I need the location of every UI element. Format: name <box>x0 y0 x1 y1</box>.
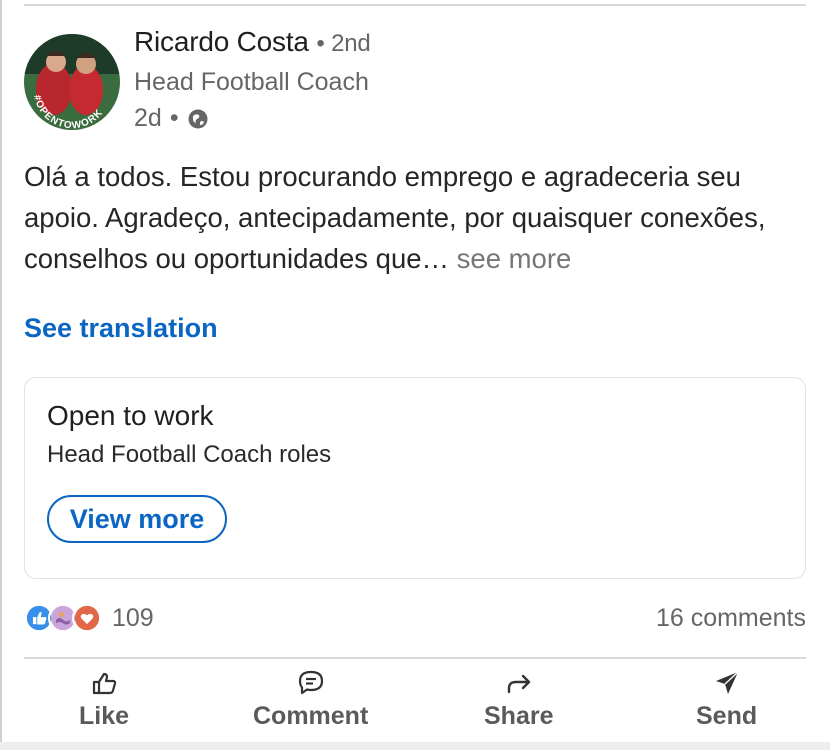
meta-separator: • <box>169 104 179 132</box>
author-headline: Head Football Coach <box>134 68 369 96</box>
thumbs-up-icon <box>92 672 117 695</box>
share-label: Share <box>484 702 554 730</box>
card-subtitle: Head Football Coach roles <box>47 441 332 468</box>
post-action-bar: Like Comment Share Send <box>24 668 806 738</box>
author-name[interactable]: Ricardo Costa <box>134 26 309 57</box>
like-button[interactable]: Like <box>79 668 129 731</box>
reaction-count: 109 <box>112 603 154 632</box>
send-icon <box>715 671 739 694</box>
top-divider <box>24 4 806 6</box>
globe-icon <box>188 109 208 128</box>
send-label: Send <box>696 702 758 730</box>
post-time: 2d <box>134 104 162 132</box>
post-body: Olá a todos. Estou procurando emprego e … <box>24 156 804 279</box>
post-meta: 2d • <box>134 104 209 133</box>
see-translation-link[interactable]: See translation <box>24 313 218 344</box>
love-reaction-icon <box>72 603 102 633</box>
view-more-button[interactable]: View more <box>47 495 227 543</box>
comments-count-link[interactable]: 16 comments <box>656 604 806 633</box>
like-label: Like <box>79 702 130 730</box>
window-edge <box>0 0 2 750</box>
card-title: Open to work <box>47 400 214 431</box>
comment-label: Comment <box>253 702 369 730</box>
comment-icon <box>298 670 323 695</box>
author-avatar[interactable]: #OPENTOWORK <box>24 34 120 130</box>
share-button[interactable]: Share <box>484 668 553 731</box>
avatar-photo: #OPENTOWORK <box>24 34 120 130</box>
post-text: Olá a todos. Estou procurando emprego e … <box>24 161 766 274</box>
open-to-work-card[interactable]: Open to work Head Football Coach roles V… <box>24 377 806 579</box>
send-button[interactable]: Send <box>696 668 757 731</box>
connection-degree: • 2nd <box>316 30 371 57</box>
actions-divider <box>24 657 806 659</box>
share-arrow-icon <box>507 674 530 694</box>
comment-button[interactable]: Comment <box>253 668 368 731</box>
bottom-edge <box>0 742 830 750</box>
reactions-summary[interactable]: 109 <box>24 603 154 633</box>
author-name-row[interactable]: Ricardo Costa • 2nd <box>134 26 371 58</box>
see-more-link[interactable]: see more <box>449 243 572 274</box>
